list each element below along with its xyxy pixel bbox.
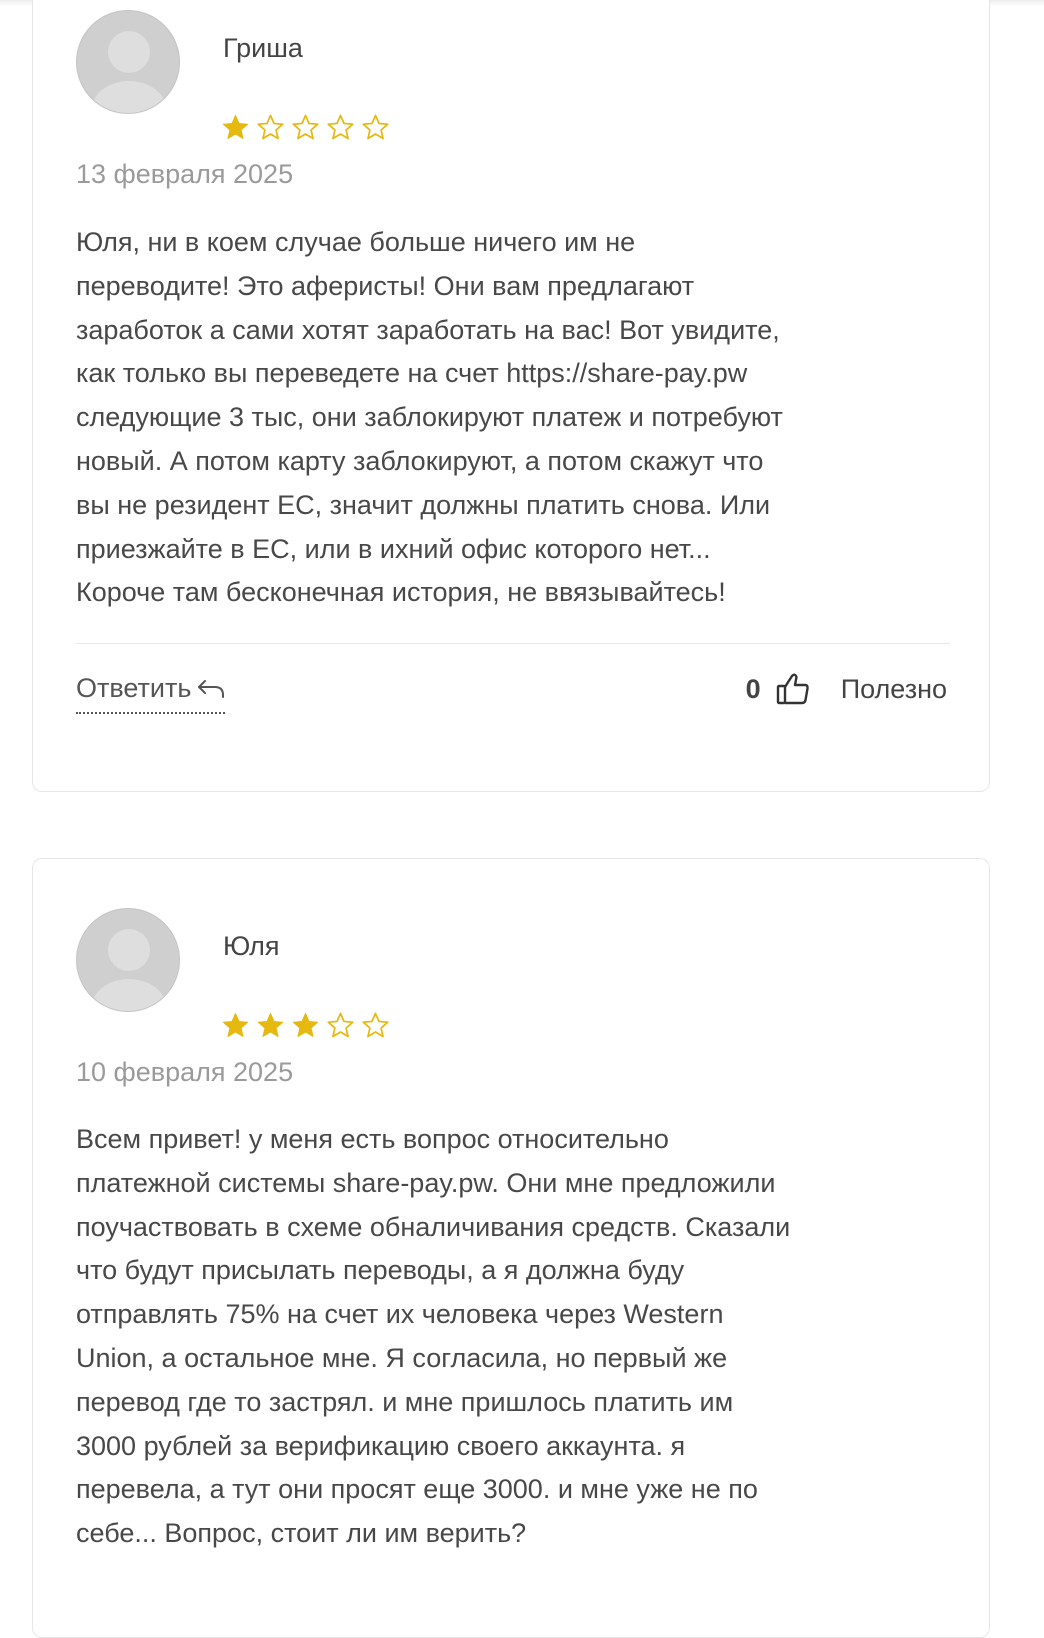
reply-label: Ответить — [76, 673, 192, 703]
star-empty-icon — [327, 1012, 354, 1038]
review-card: Гриша 13 февраля 2025 Юля, ни в коем слу… — [32, 0, 990, 792]
divider — [76, 643, 950, 644]
star-filled-icon — [257, 1012, 284, 1038]
thumbs-up-icon[interactable] — [775, 671, 811, 707]
like-count: 0 — [745, 673, 761, 704]
review-author: Гриша — [223, 33, 303, 63]
star-empty-icon — [327, 114, 354, 140]
helpful-button[interactable]: Полезно — [841, 674, 947, 705]
star-empty-icon — [257, 114, 284, 140]
avatar-body-shape — [91, 81, 167, 113]
avatar-head-shape — [108, 31, 150, 73]
avatar-body-shape — [91, 979, 167, 1011]
review-author: Юля — [223, 931, 280, 961]
avatar — [76, 908, 180, 1012]
review-date: 13 февраля 2025 — [76, 159, 294, 189]
review-text: Всем привет! у меня есть вопрос относите… — [76, 1124, 791, 1549]
review-card: Юля 10 февраля 2025 Всем привет! у меня … — [32, 858, 990, 1638]
star-filled-icon — [222, 1012, 249, 1038]
vote-area: 0 Полезно — [746, 671, 947, 707]
rating-stars — [221, 113, 390, 142]
star-filled-icon — [222, 114, 249, 140]
reply-button[interactable]: Ответить — [76, 673, 226, 714]
review-text: Юля, ни в коем случае больше ничего им н… — [76, 227, 783, 608]
avatar-head-shape — [108, 929, 150, 971]
star-empty-icon — [362, 114, 389, 140]
reply-arrow-icon — [198, 679, 225, 698]
star-empty-icon — [362, 1012, 389, 1038]
star-empty-icon — [292, 114, 319, 140]
review-date: 10 февраля 2025 — [76, 1057, 294, 1087]
avatar — [76, 10, 180, 114]
star-filled-icon — [292, 1012, 319, 1038]
rating-stars — [221, 1011, 390, 1040]
